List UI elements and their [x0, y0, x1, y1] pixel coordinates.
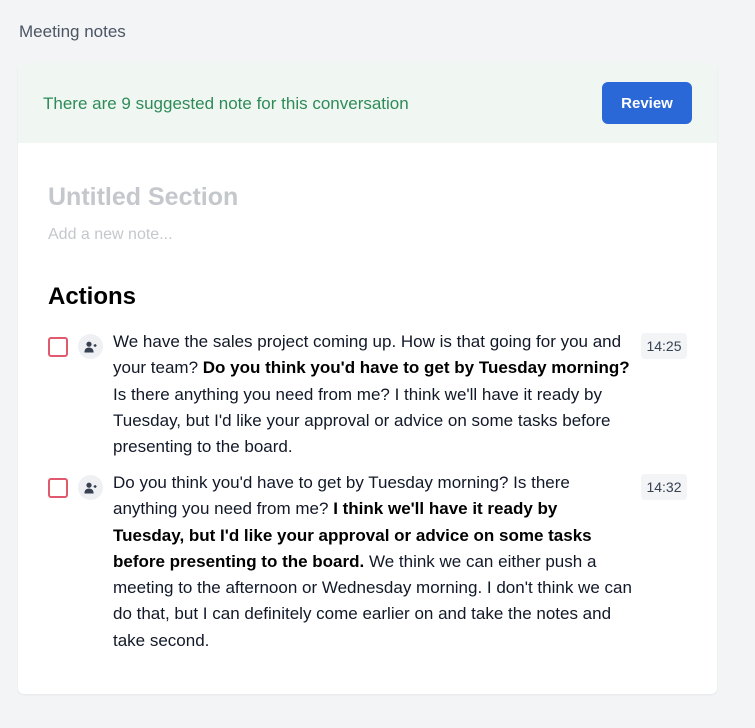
action-text-part: Is there anything you need from me? I th… [113, 384, 611, 457]
action-text: Do you think you'd have to get by Tuesda… [113, 470, 633, 654]
page-title: Meeting notes [19, 22, 126, 41]
actions-heading: Actions [48, 283, 137, 310]
person-add-icon[interactable] [78, 475, 103, 500]
review-button[interactable]: Review [602, 82, 692, 124]
action-text-highlight: Do you think you'd have to get by Tuesda… [202, 358, 630, 378]
action-text: We have the sales project coming up. How… [113, 329, 633, 460]
person-add-icon[interactable] [78, 334, 103, 359]
suggestions-banner: There are 9 suggested note for this conv… [18, 63, 717, 143]
suggestions-message: There are 9 suggested note for this conv… [43, 94, 409, 113]
section-title[interactable]: Untitled Section [48, 183, 238, 212]
new-note-input[interactable] [48, 226, 448, 244]
action-checkbox[interactable] [48, 337, 68, 357]
action-checkbox[interactable] [48, 478, 68, 498]
action-timestamp[interactable]: 14:25 [641, 333, 687, 359]
action-timestamp[interactable]: 14:32 [641, 474, 687, 500]
meeting-notes-card: There are 9 suggested note for this conv… [18, 63, 717, 694]
